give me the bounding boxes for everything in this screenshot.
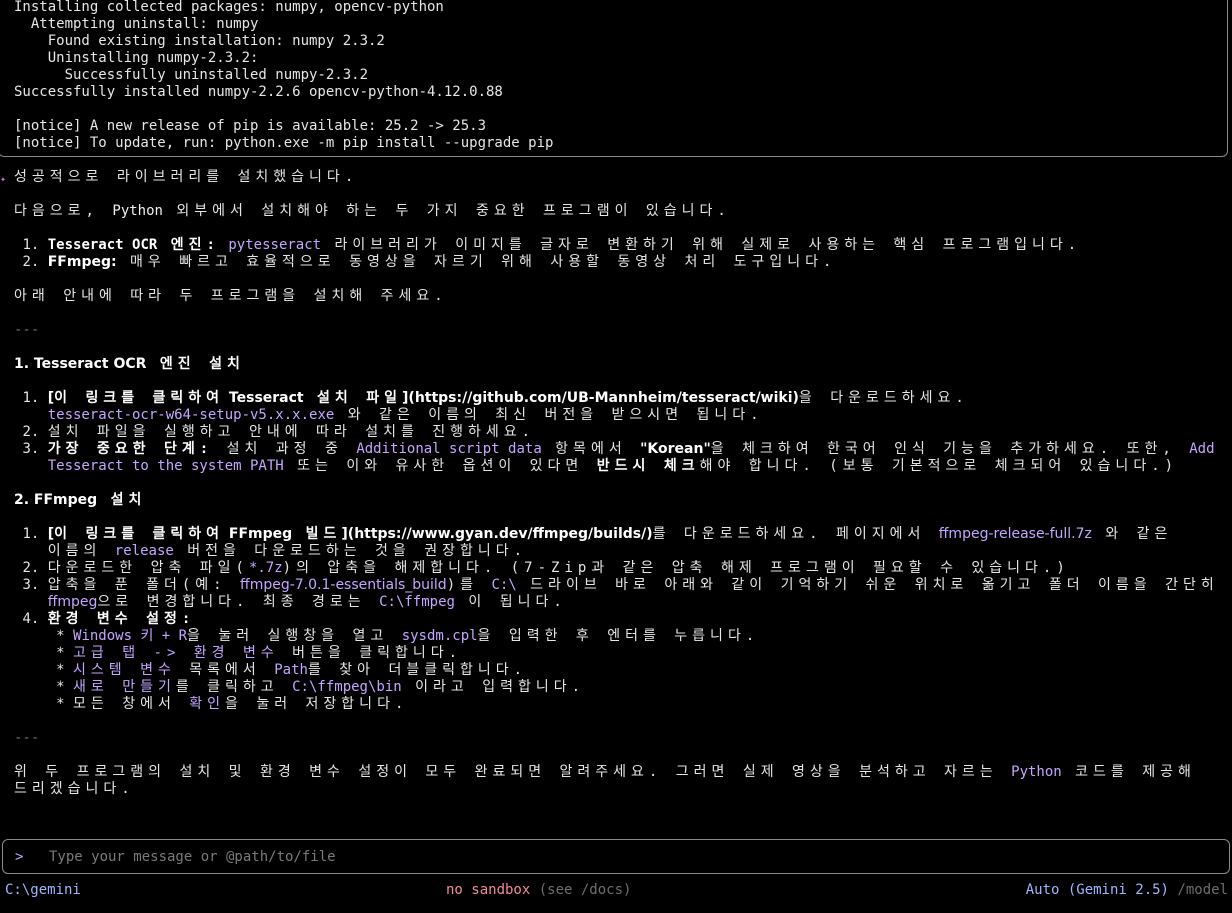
ffmpeg-step-4: 4. 환경 변수 설정: [22,611,196,627]
bullet-item: * 고급 탭 -> 환경 변수 버튼을 클릭합니다. [14,645,463,661]
section-title-tesseract: 1. Tesseract OCR 엔진 설치 [14,356,245,372]
ffmpeg-download-link[interactable]: 이 링크를 클릭하여 [54,526,224,542]
ffmpeg-url-link[interactable]: ](https://www.gyan.dev/ffmpeg/builds/) [341,526,652,542]
output-line: Uninstalling numpy-2.3.2: [14,50,259,66]
output-line: Found existing installation: numpy 2.3.2 [14,33,385,49]
intro-line: 성공적으로 라이브러리를 설치했습니다. [14,169,359,185]
message-input[interactable] [49,848,1209,866]
status-bar: C:\gemini no sandbox (see /docs) Auto (G… [0,882,1232,902]
response-marker-icon: ✦ [0,174,7,185]
output-line: Successfully uninstalled numpy-2.3.2 [14,67,369,83]
bullet-item: * 새로 만들기를 클릭하고 C:\ffmpeg\bin 이라고 입력합니다. [14,679,586,695]
tesseract-step-1-cont: tesseract-ocr-w64-setup-v5.x.x.exe 와 같은 … [47,407,764,423]
separator: --- [14,322,40,338]
model-status: Auto (Gemini 2.5) /model [1025,882,1228,898]
output-line: Installing collected packages: numpy, op… [14,0,444,15]
output-line: [notice] To update, run: python.exe -m p… [14,135,554,151]
sandbox-status: no sandbox (see /docs) [446,882,632,898]
next-line: 다음으로, Python 외부에서 설치해야 하는 두 가지 중요한 프로그램이… [14,203,731,219]
section-title-ffmpeg: 2. FFmpeg 설치 [14,492,147,508]
output-line: Attempting uninstall: numpy [14,16,259,32]
ffmpeg-step-3: 3. 압축을 푼 폴더(예: ffmpeg-7.0.1-essentials_b… [22,577,1219,593]
tesseract-step-3: 3. 가장 중요한 단계: 설치 과정 중 Additional script … [22,441,1215,457]
ffmpeg-step-1: 1. [이 링크를 클릭하여 FFmpeg 빌드](https://www.gy… [22,526,1173,542]
tesseract-step-2: 2. 설치 파일을 실행하고 안내에 따라 설치를 진행하세요. [22,424,536,440]
tesseract-download-link[interactable]: 이 링크를 클릭하여 [54,390,224,406]
bullet-item: * Windows 키 + R을 눌러 실행창을 열고 sysdm.cpl을 입… [14,628,760,644]
closing-line: 위 두 프로그램의 설치 및 환경 변수 설정이 모두 완료되면 알려주세요. … [14,764,1196,780]
bullet-item: * 모든 창에서 확인을 눌러 저장합니다. [14,696,409,712]
list-item: 1. Tesseract OCR 엔진: pytesseract 라이브러리가 … [22,237,1082,253]
cwd-path: C:\gemini [5,882,81,898]
output-line: [notice] A new release of pip is availab… [14,118,487,134]
message-input-box[interactable]: > [2,839,1230,874]
ffmpeg-step-3-cont: ffmpeg으로 변경합니다. 최종 경로는 C:\ffmpeg 이 됩니다. [47,594,567,610]
ffmpeg-step-1-cont: 이름의 release 버전을 다운로드하는 것을 권장합니다. [47,543,528,559]
output-line: Successfully installed numpy-2.2.6 openc… [14,84,503,100]
tesseract-step-3-cont: Tesseract to the system PATH 또는 이와 유사한 옵… [47,458,1179,474]
shell-output: Installing collected packages: numpy, op… [14,0,553,152]
closing-line-cont: 드리겠습니다. [14,781,135,797]
ffmpeg-step-2: 2. 다운로드한 압축 파일(*.7z)의 압축을 해제합니다. (7-Zip과… [22,560,1070,576]
tesseract-step-1: 1. [이 링크를 클릭하여 Tesseract 설치 파일](https://… [22,390,969,406]
list-item: 2. FFmpeg: 매우 빠르고 효율적으로 동영상을 자르기 위해 사용할 … [22,254,837,270]
guide-line: 아래 안내에 따라 두 프로그램을 설치해 주세요. [14,288,448,304]
bullet-item: * 시스템 변수 목록에서 Path를 찾아 더블클릭합니다. [14,662,528,678]
prompt-chevron-icon: > [15,849,24,865]
separator: --- [14,730,40,746]
model-response: 성공적으로 라이브러리를 설치했습니다. 다음으로, Python 외부에서 설… [14,169,1224,798]
tesseract-url-link[interactable]: ](https://github.com/UB-Mannheim/tessera… [402,390,799,406]
